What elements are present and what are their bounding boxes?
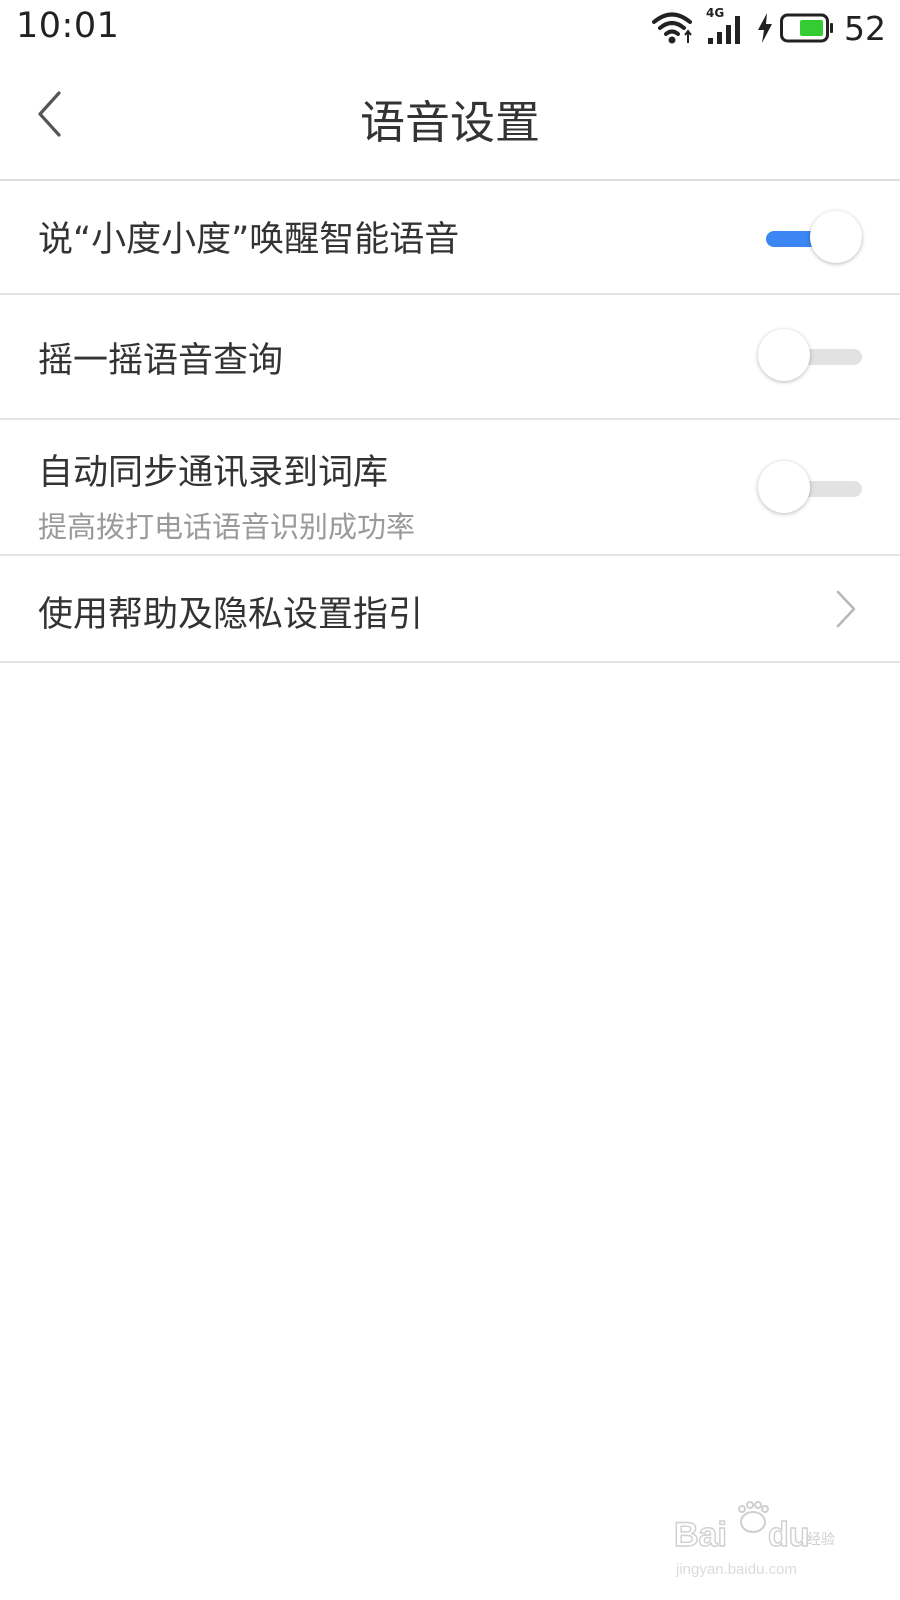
setting-row-wake-word: 说“小度小度”唤醒智能语音	[0, 181, 900, 295]
setting-row-help-privacy[interactable]: 使用帮助及隐私设置指引	[0, 556, 900, 663]
setting-sublabel-sync-contacts: 提高拨打电话语音识别成功率	[38, 510, 416, 544]
status-icons: 4G 52	[652, 6, 886, 48]
setting-label-wake-word: 说“小度小度”唤醒智能语音	[38, 220, 460, 260]
chevron-right-icon	[836, 590, 856, 628]
cellular-signal-icon: 4G	[706, 6, 746, 46]
setting-label-sync-contacts: 自动同步通讯录到词库	[38, 453, 389, 493]
toggle-knob	[810, 211, 862, 263]
svg-text:Bai: Bai	[674, 1516, 727, 1554]
page-title: 语音设置	[359, 96, 540, 149]
svg-text:经验: 经验	[807, 1532, 835, 1548]
sync-contacts-toggle[interactable]	[758, 460, 862, 516]
wifi-icon	[652, 12, 692, 44]
svg-text:du: du	[768, 1516, 810, 1554]
setting-row-shake-query: 摇一摇语音查询	[0, 295, 900, 420]
wake-word-toggle[interactable]	[758, 210, 862, 266]
svg-text:jingyan.baidu.com: jingyan.baidu.com	[675, 1561, 797, 1578]
toggle-knob	[758, 329, 810, 381]
shake-query-toggle[interactable]	[758, 328, 862, 384]
battery-icon	[780, 13, 833, 43]
baidu-jingyan-watermark: Bai du 经验 jingyan.baidu.com	[673, 1501, 835, 1578]
title-bar: 语音设置	[0, 56, 900, 181]
setting-label-shake-query: 摇一摇语音查询	[38, 341, 284, 381]
toggle-knob	[758, 461, 810, 513]
setting-row-sync-contacts: 自动同步通讯录到词库 提高拨打电话语音识别成功率	[0, 420, 900, 556]
status-time: 10:01	[16, 6, 120, 46]
status-bar: 10:01 4G 52	[0, 0, 900, 56]
battery-level: 52	[844, 8, 886, 48]
charging-bolt-icon	[758, 13, 772, 43]
setting-label-help-privacy: 使用帮助及隐私设置指引	[38, 595, 424, 635]
